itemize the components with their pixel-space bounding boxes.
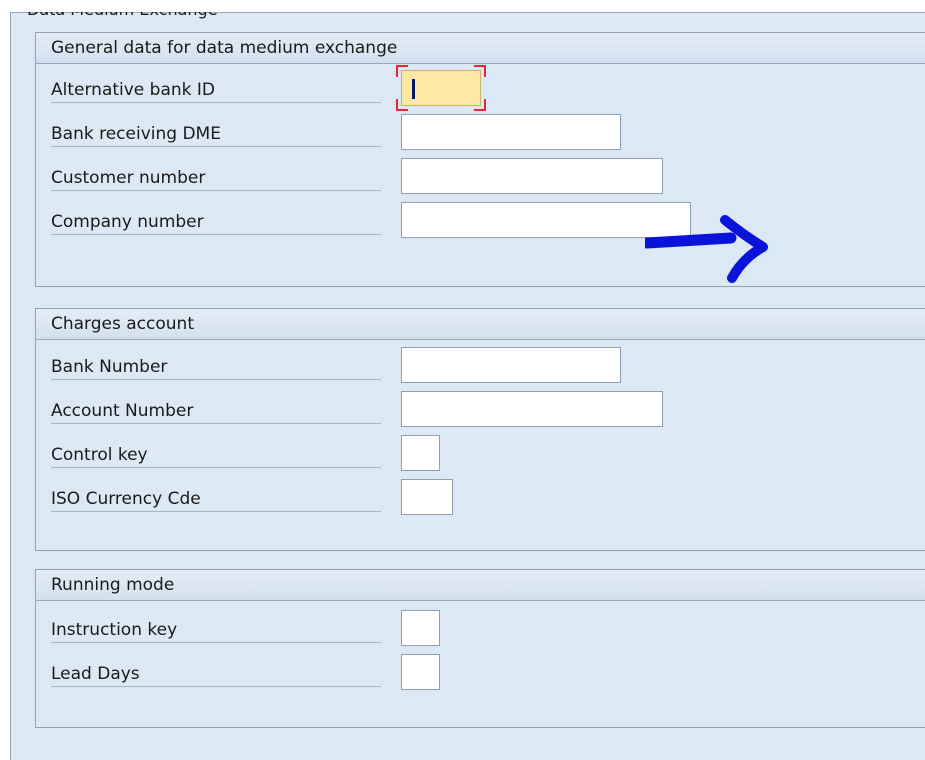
bank-number-label: Bank Number <box>51 355 381 380</box>
running-mode-header: Running mode <box>36 570 925 601</box>
bank-receiving-dme-label: Bank receiving DME <box>51 122 381 147</box>
running-mode-group: Running mode Instruction key Lead Days <box>35 569 925 728</box>
instruction-key-row: Instruction key <box>51 608 921 652</box>
alternative-bank-id-input[interactable] <box>396 65 486 111</box>
screen-title: Data Medium Exchange <box>27 0 218 19</box>
company-number-label: Company number <box>51 210 381 235</box>
account-number-row: Account Number <box>51 389 921 433</box>
text-cursor <box>412 79 415 99</box>
lead-days-input[interactable] <box>401 654 440 690</box>
general-data-header: General data for data medium exchange <box>36 33 925 64</box>
focus-corner-top-left <box>396 65 408 77</box>
data-medium-exchange-frame: Data Medium Exchange General data for da… <box>10 12 925 760</box>
control-key-row: Control key <box>51 433 921 477</box>
charges-account-group: Charges account Bank Number Account Numb… <box>35 308 925 551</box>
alternative-bank-id-label: Alternative bank ID <box>51 78 381 103</box>
customer-number-input[interactable] <box>401 158 663 194</box>
general-data-group: General data for data medium exchange Al… <box>35 32 925 287</box>
instruction-key-label: Instruction key <box>51 618 381 643</box>
focus-corner-bottom-left <box>396 99 408 111</box>
customer-number-label: Customer number <box>51 166 381 191</box>
customer-number-row: Customer number <box>51 156 921 200</box>
right-arrow-icon <box>645 215 768 283</box>
bank-receiving-dme-row: Bank receiving DME <box>51 112 921 156</box>
iso-currency-code-row: ISO Currency Cde <box>51 477 921 521</box>
lead-days-row: Lead Days <box>51 652 921 696</box>
alternative-bank-id-row: Alternative bank ID <box>51 65 921 112</box>
control-key-input[interactable] <box>401 435 440 471</box>
company-number-row: Company number <box>51 200 921 244</box>
focus-corner-top-right <box>474 65 486 77</box>
bank-receiving-dme-input[interactable] <box>401 114 621 150</box>
account-number-input[interactable] <box>401 391 663 427</box>
control-key-label: Control key <box>51 443 381 468</box>
lead-days-label: Lead Days <box>51 662 381 687</box>
iso-currency-code-input[interactable] <box>401 479 453 515</box>
instruction-key-input[interactable] <box>401 610 440 646</box>
iso-currency-code-label: ISO Currency Cde <box>51 487 381 512</box>
focus-corner-bottom-right <box>474 99 486 111</box>
bank-number-input[interactable] <box>401 347 621 383</box>
account-number-label: Account Number <box>51 399 381 424</box>
charges-account-header: Charges account <box>36 309 925 340</box>
bank-number-row: Bank Number <box>51 345 921 389</box>
